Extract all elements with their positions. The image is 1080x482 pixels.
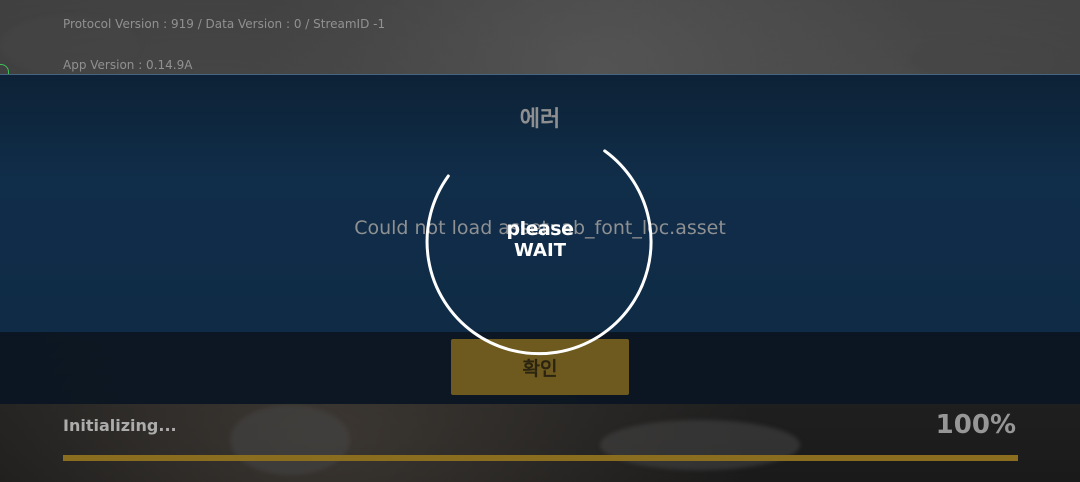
app-version-text: App Version : 0.14.9A xyxy=(63,58,193,72)
please-wait-overlay: please WAIT xyxy=(480,218,600,262)
please-wait-line2: WAIT xyxy=(514,240,566,261)
loading-progress-fill xyxy=(63,455,1018,461)
loading-progress-bar xyxy=(63,455,1018,461)
loading-status-text: Initializing... xyxy=(63,416,177,435)
dialog-title: 에러 xyxy=(519,107,561,132)
loading-percent-text: 100% xyxy=(935,410,1016,440)
background-rock xyxy=(230,405,350,475)
game-loading-screen: Protocol Version : 919 / Data Version : … xyxy=(0,0,1080,482)
please-wait-line1: please xyxy=(506,218,574,240)
background-rock xyxy=(600,420,800,470)
protocol-version-text: Protocol Version : 919 / Data Version : … xyxy=(63,17,386,31)
